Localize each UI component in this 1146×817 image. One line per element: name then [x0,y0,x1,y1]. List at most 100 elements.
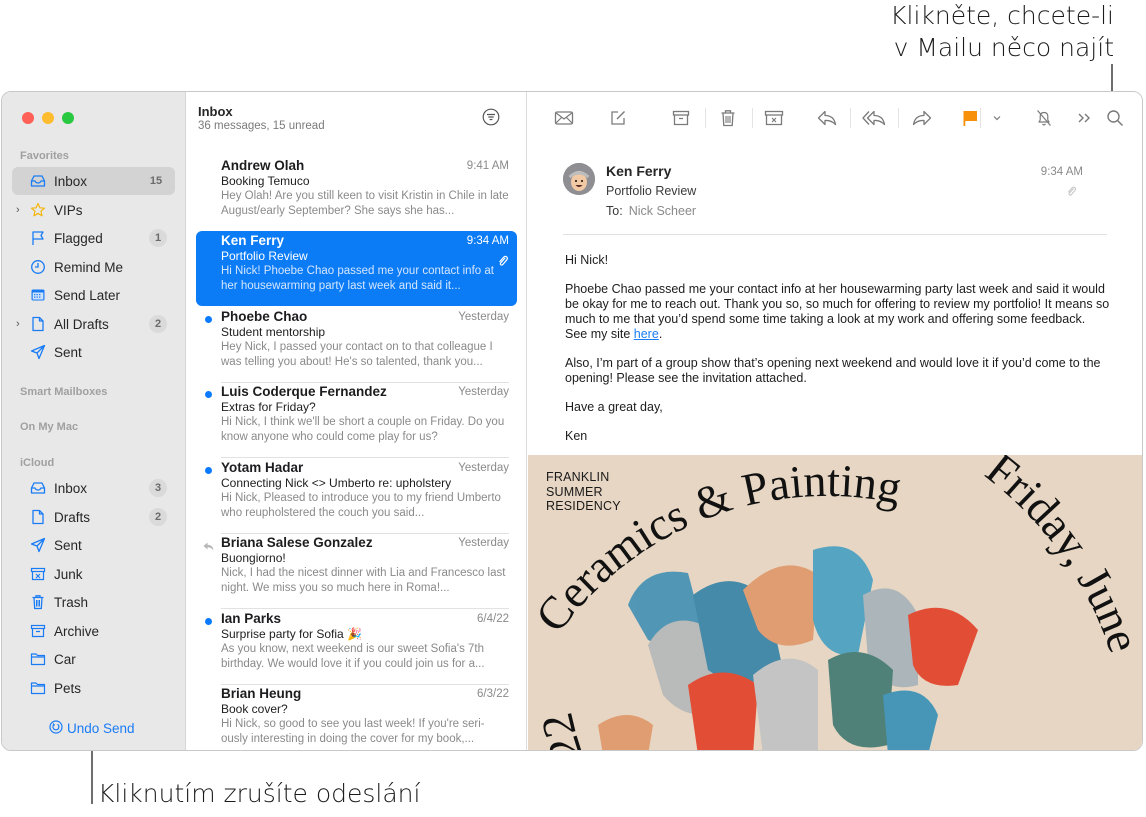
section-on-my-mac[interactable]: On My Mac [20,421,78,433]
delete-button[interactable] [717,108,739,128]
message-list-item[interactable]: Briana Salese Gonzalez Yesterday Buongiorn… [196,533,517,609]
sidebar-item-send-later[interactable]: Send Later [12,281,175,309]
sidebar-item-sent[interactable]: Sent [12,338,175,366]
toolbar-separator [898,108,899,128]
count-badge: 2 [149,508,167,526]
message-date: Yesterday [458,462,509,474]
forward-button[interactable] [911,108,933,128]
close-button[interactable] [22,112,34,124]
paperplane-icon [29,343,47,361]
message-list-item[interactable]: Ken Ferry 9:34 AM Portfolio Review Hi Nick!… [196,231,517,306]
count-badge: 2 [149,315,167,333]
message-list-item[interactable]: Brian Heung 6/3/22 Book cover? Hi Nick, so … [196,684,517,750]
flag-button[interactable] [959,108,981,128]
search-callout-line-1: Klikněte, chcete-li [890,1,1114,30]
compose-button[interactable] [607,108,629,128]
sidebar-item-icloud-drafts[interactable]: Drafts 2 [12,503,175,531]
filter-button[interactable] [482,108,500,126]
sidebar-item-icloud-trash[interactable]: Trash [12,588,175,616]
clay-letters [598,546,978,750]
attachment-icon [1066,184,1076,202]
message-subject: Student mentorship [221,325,326,339]
get-mail-button[interactable] [553,108,575,128]
sidebar-item-label: Pets [54,680,82,696]
search-button[interactable] [1104,108,1126,128]
trash-icon [29,593,47,611]
sidebar-item-flagged[interactable]: Flagged 1 [12,224,175,252]
sidebar-item-label: VIPs [54,202,83,218]
message-preview: Hi Nick, Pleased to introduce you to my … [221,492,501,519]
message-list-item[interactable]: Andrew Olah 9:41 AM Booking Temuco Hey Olah… [196,156,517,231]
sidebar-item-label: Flagged [54,230,103,246]
sidebar-item-icloud-car[interactable]: Car [12,645,175,673]
zoom-button[interactable] [62,112,74,124]
message-body: Hi Nick! Phoebe Chao passed me your cont… [565,253,1110,458]
message-preview: Hi Nick, so good to see you last week! I… [221,718,485,745]
sidebar-item-icloud-junk[interactable]: Junk [12,560,175,588]
mailbox-title: Inbox [198,104,233,119]
reply-all-button[interactable] [862,108,886,128]
toolbar-separator [980,108,981,128]
archive-button[interactable] [670,108,692,128]
sender-name[interactable]: Ken Ferry [606,163,671,179]
site-link[interactable]: here [634,327,659,341]
flag-menu-chevron-icon [992,114,1002,122]
sidebar-item-inbox[interactable]: Inbox 15 [12,167,175,195]
reply-button[interactable] [816,108,838,128]
sidebar-item-label: Sent [54,344,82,360]
mailbox-subtitle: 36 messages, 15 unread [198,120,325,132]
sidebar-item-remind-me[interactable]: Remind Me [12,253,175,281]
message-preview: Hi Nick! Phoebe Chao passed me your cont… [221,265,494,292]
body-closing: Have a great day, [565,400,663,414]
message-date: Yesterday [458,311,509,323]
disclosure-chevron-icon[interactable]: › [16,204,20,216]
minimize-button[interactable] [42,112,54,124]
document-icon [29,508,47,526]
message-preview: Hey Nick, I passed your contact on to th… [221,341,493,368]
message-list-item[interactable]: Phoebe Chao Yesterday Student mentorship He… [196,307,517,383]
message-subject: Portfolio Review [221,249,308,263]
sidebar-item-label: Drafts [54,509,91,525]
sidebar-item-label: Car [54,651,76,667]
sidebar-item-icloud-archive[interactable]: Archive [12,617,175,645]
clock-icon [29,258,47,276]
search-callout: Klikněte, chcete-li v Mailu něco najít [890,0,1114,64]
unread-dot-icon [205,467,212,474]
junk-icon [29,565,47,583]
disclosure-chevron-icon[interactable]: › [16,318,20,330]
sidebar-item-all-drafts[interactable]: › All Drafts 2 [12,310,175,338]
section-icloud[interactable]: iCloud [20,457,54,469]
message-viewer: Ken Ferry Portfolio Review To: Nick Schee… [528,92,1142,750]
sidebar-item-icloud-inbox[interactable]: Inbox 3 [12,474,175,502]
star-icon [29,201,47,219]
paperplane-icon [29,536,47,554]
reply-all-icon [862,110,886,126]
undo-send-button[interactable]: Undo Send [49,720,135,737]
junk-icon [764,110,784,126]
message-sender: Briana Salese Gonzalez [221,535,373,550]
message-sender: Phoebe Chao [221,309,308,324]
message-subject: Surprise party for Sofia 🎉 [221,627,362,641]
section-favorites[interactable]: Favorites [20,150,69,162]
junk-button[interactable] [763,108,785,128]
flag-menu-button[interactable] [990,108,1004,128]
sidebar-item-icloud-sent[interactable]: Sent [12,531,175,559]
recipient-name[interactable]: Nick Scheer [629,204,696,218]
message-list-item[interactable]: Ian Parks 6/4/22 Surprise party for Sofia … [196,609,517,685]
undo-callout-leader [91,742,93,804]
mute-button[interactable] [1033,108,1055,128]
poster-year: 22 [531,708,593,751]
to-label: To: [606,204,623,218]
more-toolbar-button[interactable] [1073,108,1095,128]
section-smart-mailboxes[interactable]: Smart Mailboxes [20,386,107,398]
sidebar-item-label: Sent [54,537,82,553]
message-list-item[interactable]: Yotam Hadar Yesterday Connecting Nick <> U… [196,458,517,534]
message-list-item[interactable]: Luis Coderque Fernandez Yesterday Extras f… [196,382,517,458]
message-subject: Buongiorno! [221,551,286,565]
message-time: 9:34 AM [1040,166,1083,178]
window-controls [22,112,74,124]
sidebar: Favorites Inbox 15 › VIPs Flagged 1 Remi… [2,92,186,750]
sidebar-item-vips[interactable]: › VIPs [12,196,175,224]
invitation-image[interactable]: FRANKLIN SUMMER RESIDENCY Ceramics & Pai… [528,455,1142,751]
sidebar-item-icloud-pets[interactable]: Pets [12,674,175,702]
